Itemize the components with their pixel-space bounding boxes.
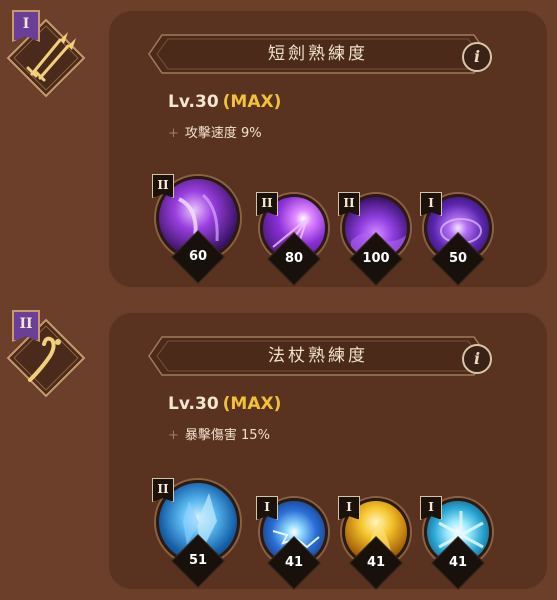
skill-list: II 60 II 80 II 100 I 50 <box>108 10 548 288</box>
skill-list: II 51 I 41 I 41 I 41 <box>108 312 548 590</box>
weapon-section-staff: II 法杖熟練度 i Lv.30 (MAX) + 暴擊傷害 15% II 51 … <box>0 300 557 600</box>
weapon-section-dagger: I 短劍熟練度 i Lv.30 (MAX) + 攻擊速度 9% II 60 II… <box>0 0 557 300</box>
skill-count: 41 <box>448 555 468 570</box>
skill-count: 41 <box>366 555 386 570</box>
weapon-panel: 短劍熟練度 i Lv.30 (MAX) + 攻擊速度 9% II 60 II 8… <box>108 10 548 288</box>
skill-count: 41 <box>284 555 304 570</box>
weapon-panel: 法杖熟練度 i Lv.30 (MAX) + 暴擊傷害 15% II 51 I 4… <box>108 312 548 590</box>
skill-count: 80 <box>284 251 304 266</box>
skill-count: 60 <box>188 249 208 264</box>
skill-count: 50 <box>448 251 468 266</box>
skill-count: 100 <box>362 251 390 266</box>
skill-count: 51 <box>188 553 208 568</box>
